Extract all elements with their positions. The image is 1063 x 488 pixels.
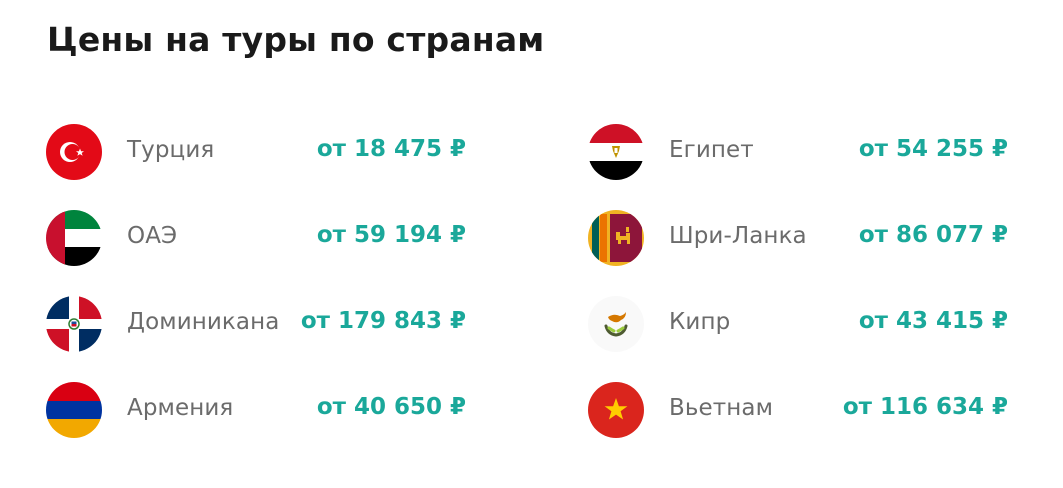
country-item-turkey[interactable]: Турция от 18 475 ₽ [46, 124, 466, 180]
country-name: Кипр [669, 309, 731, 335]
country-name: Шри-Ланка [669, 223, 807, 249]
egypt-flag-icon [588, 124, 644, 180]
country-item-sri-lanka[interactable]: Шри-Ланка от 86 077 ₽ [588, 210, 1008, 266]
cyprus-flag-icon [588, 296, 644, 352]
dominican-republic-flag-icon [46, 296, 102, 352]
country-item-cyprus[interactable]: Кипр от 43 415 ₽ [588, 296, 1008, 352]
country-price: от 116 634 ₽ [842, 394, 1008, 420]
country-price: от 40 650 ₽ [316, 394, 466, 420]
country-price: от 179 843 ₽ [300, 308, 466, 334]
vietnam-flag-icon [588, 382, 644, 438]
country-price: от 43 415 ₽ [858, 308, 1008, 334]
country-price: от 18 475 ₽ [316, 136, 466, 162]
country-item-dominican-republic[interactable]: Доминикана от 179 843 ₽ [46, 296, 466, 352]
country-name: Египет [669, 137, 754, 163]
country-item-vietnam[interactable]: Вьетнам от 116 634 ₽ [588, 382, 1008, 438]
country-name: Доминикана [127, 309, 280, 335]
armenia-flag-icon [46, 382, 102, 438]
country-item-uae[interactable]: ОАЭ от 59 194 ₽ [46, 210, 466, 266]
country-name: ОАЭ [127, 223, 178, 249]
sri-lanka-flag-icon [588, 210, 644, 266]
page-title: Цены на туры по странам [47, 20, 545, 59]
country-price: от 86 077 ₽ [858, 222, 1008, 248]
country-item-egypt[interactable]: Египет от 54 255 ₽ [588, 124, 1008, 180]
country-name: Турция [127, 137, 215, 163]
turkey-flag-icon [46, 124, 102, 180]
country-price: от 54 255 ₽ [858, 136, 1008, 162]
country-name: Армения [127, 395, 234, 421]
uae-flag-icon [46, 210, 102, 266]
country-item-armenia[interactable]: Армения от 40 650 ₽ [46, 382, 466, 438]
country-name: Вьетнам [669, 395, 774, 421]
country-price: от 59 194 ₽ [316, 222, 466, 248]
